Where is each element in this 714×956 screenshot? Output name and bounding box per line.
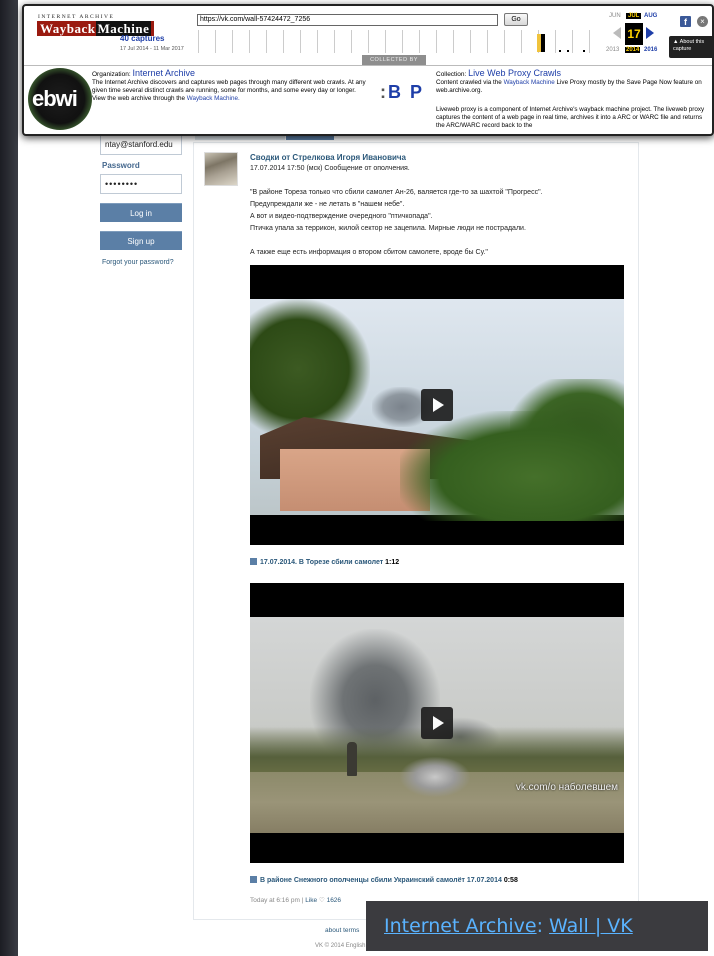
left-edge-shadow — [0, 0, 18, 956]
like-button[interactable]: Like — [305, 897, 317, 904]
collection-title: Collection: Live Web Proxy Crawls — [436, 68, 562, 78]
close-icon[interactable]: × — [697, 16, 708, 27]
prev-capture-icon[interactable] — [613, 27, 621, 39]
year-current: 2014 — [625, 47, 641, 53]
calendar-nav: JUN JUL AUG 17 2013 2014 2016 — [596, 10, 657, 54]
video-icon — [250, 876, 257, 883]
footer-links[interactable]: about terms — [325, 927, 359, 934]
post-line: А вот и видео-подтверждение очередного "… — [250, 213, 433, 220]
video-player-1[interactable] — [250, 265, 624, 545]
post-text: "В районе Тореза только что сбили самоле… — [250, 187, 630, 259]
wayback-toolbar: INTERNET ARCHIVE Wayback Machine 40 captu… — [22, 4, 714, 136]
month-prev: JUN — [609, 13, 621, 19]
video-1-duration: 1:12 — [385, 559, 400, 566]
year-next[interactable]: 2016 — [644, 47, 657, 53]
play-icon[interactable] — [421, 707, 453, 739]
scooter — [400, 757, 470, 797]
video-player-2[interactable]: vk.com/o наболевшем — [250, 583, 624, 863]
post-line: Предупреждали же - не летать в "нашем не… — [250, 201, 405, 208]
heart-icon: ♡ — [318, 897, 325, 904]
post-line: Птичка упала за террикон, жилой сектор н… — [250, 225, 526, 232]
organization-description: The Internet Archive discovers and captu… — [92, 79, 366, 102]
wayback-machine-link[interactable]: Wayback Machine. — [187, 95, 240, 102]
video-watermark: vk.com/o наболевшем — [515, 782, 618, 793]
avatar[interactable] — [204, 152, 238, 186]
next-capture-icon[interactable] — [646, 27, 654, 39]
capture-day: 17 — [625, 23, 643, 45]
person-figure — [347, 742, 357, 776]
collected-by-label[interactable]: COLLECTED BY — [362, 55, 426, 65]
source-caption: Internet Archive: Wall | VK — [366, 901, 708, 951]
organization-logo: ebwi — [28, 68, 92, 130]
forgot-password-link[interactable]: Forgot your password? — [102, 259, 186, 266]
post-line-blank — [250, 235, 630, 247]
capture-sparkline[interactable] — [198, 30, 598, 53]
internet-archive-link[interactable]: Internet Archive — [384, 915, 537, 937]
wayback-machine-link[interactable]: Wayback Machine — [504, 79, 555, 86]
signup-button[interactable]: Sign up — [100, 231, 182, 250]
video-2-duration: 0:58 — [503, 877, 518, 884]
login-sidebar: ntay@stanford.edu Password •••••••• Log … — [100, 135, 186, 266]
month-current: JUL — [626, 13, 642, 19]
capture-range: 17 Jul 2014 - 11 Mar 2017 — [120, 46, 184, 52]
video-1-caption[interactable]: 17.07.2014. В Торезе сбили самолет 1:12 — [250, 558, 399, 566]
post-time[interactable]: Today at 6:16 pm — [250, 897, 300, 904]
post-meta: Today at 6:16 pm | Like ♡ 1626 — [250, 897, 342, 904]
login-button[interactable]: Log in — [100, 203, 182, 222]
collection-name[interactable]: Live Web Proxy Crawls — [468, 68, 561, 78]
post-date: 17.07.2014 17:50 (мск) Сообщение от опол… — [250, 165, 410, 172]
wayback-logo-caption: INTERNET ARCHIVE — [38, 14, 115, 20]
post-line: А также еще есть информация о втором сби… — [250, 249, 488, 256]
captures-link[interactable]: 40 captures — [120, 34, 164, 43]
post-line: "В районе Тореза только что сбили самоле… — [250, 189, 543, 196]
video-2-title[interactable]: В районе Снежного ополченцы сбили Украин… — [260, 877, 502, 884]
email-field[interactable]: ntay@stanford.edu — [100, 135, 182, 155]
play-icon[interactable] — [421, 389, 453, 421]
year-prev: 2013 — [606, 47, 620, 53]
video-2-caption[interactable]: В районе Снежного ополченцы сбили Украин… — [250, 876, 518, 884]
like-count: 1626 — [326, 897, 342, 904]
wall-vk-link[interactable]: Wall | VK — [549, 915, 633, 937]
video-1-title[interactable]: 17.07.2014. В Торезе сбили самолет — [260, 559, 383, 566]
organization-name[interactable]: Internet Archive — [132, 68, 195, 78]
password-label: Password — [102, 161, 140, 170]
facebook-icon[interactable]: f — [680, 16, 691, 27]
url-input[interactable]: https://vk.com/wall-57424472_7256 — [197, 14, 498, 26]
about-capture-tooltip[interactable]: ▲ About this capture — [669, 36, 712, 58]
collection-description-2: Liveweb proxy is a component of Internet… — [436, 106, 705, 129]
collection-description: Content crawled via the Wayback Machine … — [436, 79, 702, 94]
video-icon — [250, 558, 257, 565]
organization-title: Organization: Internet Archive — [92, 68, 196, 78]
go-button[interactable]: Go — [504, 13, 528, 26]
divider — [24, 65, 712, 66]
month-next[interactable]: AUG — [644, 13, 657, 19]
post-author[interactable]: Сводки от Стрелкова Игоря Ивановича — [250, 153, 406, 162]
password-field[interactable]: •••••••• — [100, 174, 182, 194]
